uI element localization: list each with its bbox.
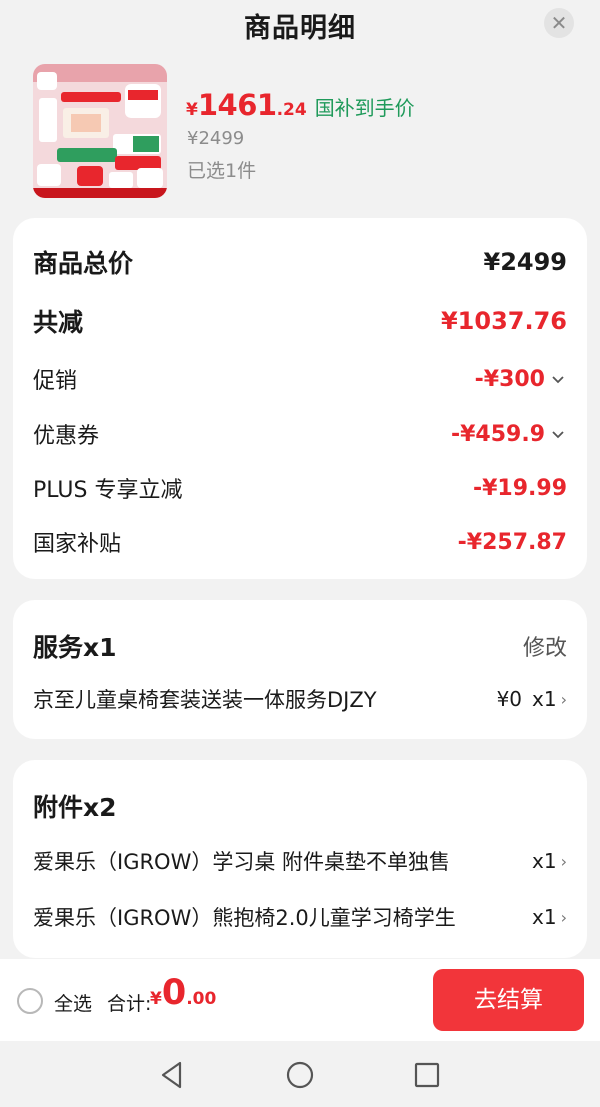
service-item-price: ¥0: [496, 687, 523, 711]
original-price: ¥2499: [187, 128, 245, 149]
chevron-right-icon: ›: [560, 907, 567, 927]
summary-value: -¥257.87: [457, 529, 567, 555]
selected-count: 已选1件: [187, 160, 257, 182]
summary-label: 促销: [33, 369, 78, 394]
select-all-label[interactable]: 全选: [54, 989, 92, 1016]
price-integer: 1461: [197, 88, 277, 122]
accessory-item[interactable]: 爱果乐（IGROW）熊抱椅2.0儿童学习椅学生 x1 ›: [33, 902, 567, 932]
chevron-right-icon: ›: [560, 851, 567, 871]
accessory-item-right: x1 ›: [532, 849, 567, 873]
total-currency: ¥: [150, 989, 162, 1009]
summary-row-plus: PLUS 专享立减 -¥19.99: [33, 472, 567, 504]
total-integer: 0: [161, 973, 187, 1013]
close-icon[interactable]: ✕: [544, 8, 574, 38]
summary-row-discount-total: 共减 ¥1037.76: [33, 303, 567, 339]
summary-value: ¥2499: [483, 248, 568, 276]
accessories-header: 附件x2: [33, 788, 567, 824]
header: 商品明细 ✕: [0, 0, 600, 52]
summary-row-promotion[interactable]: 促销 -¥300: [33, 363, 567, 395]
accessory-item-name: 爱果乐（IGROW）熊抱椅2.0儿童学习椅学生: [33, 906, 456, 930]
summary-value: ¥1037.76: [440, 307, 567, 335]
summary-value-wrap: -¥300: [475, 367, 567, 392]
accessory-item-name: 爱果乐（IGROW）学习桌 附件桌垫不单独售: [33, 850, 451, 874]
service-item[interactable]: 京至儿童桌椅套装送装一体服务DJZY ¥0 x1 ›: [33, 684, 567, 714]
product-thumbnail[interactable]: [33, 64, 167, 198]
service-item-qty: x1: [532, 687, 557, 711]
chevron-right-icon: ›: [560, 689, 567, 709]
total-amount: ¥ 0 .00: [150, 973, 216, 1013]
modify-service-button[interactable]: 修改: [523, 630, 567, 662]
chevron-down-icon: [552, 431, 564, 439]
summary-value: -¥459.9: [450, 421, 545, 447]
summary-value: -¥19.99: [472, 475, 567, 501]
summary-label: 商品总价: [33, 249, 134, 278]
price-decimal: .24: [276, 100, 307, 120]
page-title: 商品明细: [244, 13, 356, 44]
recents-icon[interactable]: [413, 1060, 441, 1090]
checkout-bar: 全选 合计: ¥ 0 .00 去结算: [0, 959, 600, 1041]
accessories-card: 附件x2 爱果乐（IGROW）学习桌 附件桌垫不单独售 x1 › 爱果乐（IGR…: [13, 760, 587, 958]
total-label: 合计:: [107, 993, 152, 1015]
checkout-button[interactable]: 去结算: [433, 969, 584, 1031]
summary-row-coupon[interactable]: 优惠券 -¥459.9: [33, 418, 567, 450]
accessory-item-qty: x1: [532, 849, 557, 873]
summary-value: -¥300: [474, 366, 545, 392]
summary-label: 国家补贴: [33, 532, 122, 557]
accessory-item[interactable]: 爱果乐（IGROW）学习桌 附件桌垫不单独售 x1 ›: [33, 846, 567, 876]
service-title: 服务x1: [33, 633, 117, 662]
summary-row-total: 商品总价 ¥2499: [33, 244, 567, 280]
product-detail-sheet: 商品明细 ✕ ¥ 1461 .24 国补到手价 ¥2499 已选1件 商品总价 …: [0, 0, 600, 1040]
total-decimal: .00: [186, 989, 217, 1009]
summary-label: 共减: [33, 308, 84, 337]
price-currency: ¥: [186, 100, 198, 120]
service-header: 服务x1 修改: [33, 628, 567, 664]
accessories-title: 附件x2: [33, 793, 117, 822]
accessory-item-qty: x1: [532, 905, 557, 929]
system-nav-bar: [0, 1041, 600, 1107]
service-card: 服务x1 修改 京至儿童桌椅套装送装一体服务DJZY ¥0 x1 ›: [13, 600, 587, 739]
summary-label: PLUS 专享立减: [33, 478, 183, 503]
select-all-checkbox[interactable]: [17, 988, 43, 1014]
service-item-name: 京至儿童桌椅套装送装一体服务DJZY: [33, 688, 377, 712]
summary-label: 优惠券: [33, 424, 100, 449]
service-item-right: ¥0 x1 ›: [497, 687, 567, 711]
summary-value-wrap: -¥459.9: [451, 422, 567, 447]
back-icon[interactable]: [158, 1060, 186, 1090]
accessory-item-right: x1 ›: [532, 905, 567, 929]
chevron-down-icon: [552, 376, 564, 384]
price-summary-card: 商品总价 ¥2499 共减 ¥1037.76 促销 -¥300 优惠券 -¥45…: [13, 218, 587, 579]
home-icon[interactable]: [285, 1060, 315, 1090]
product-price: ¥ 1461 .24 国补到手价: [186, 88, 415, 122]
summary-row-subsidy: 国家补贴 -¥257.87: [33, 526, 567, 558]
price-tag: 国补到手价: [314, 96, 415, 120]
